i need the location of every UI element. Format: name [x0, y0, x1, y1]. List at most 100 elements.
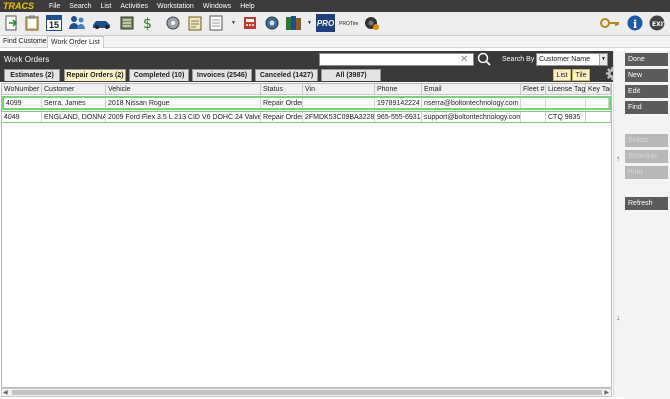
books-icon[interactable] [285, 14, 303, 32]
cell-status: Repair Order [263, 98, 303, 108]
car-icon[interactable] [90, 14, 114, 32]
new-button[interactable]: New [625, 69, 668, 82]
tab-repair-orders[interactable]: Repair Orders (2) [64, 69, 126, 81]
tab-all[interactable]: All (3987) [321, 69, 381, 81]
scroll-right-icon[interactable]: ▶ [604, 389, 609, 396]
svg-text:$: $ [143, 16, 152, 31]
list-view-toggle[interactable]: List [553, 69, 571, 81]
tab-canceled[interactable]: Canceled (1427) [255, 69, 318, 81]
category-tab-row: Estimates (2) Repair Orders (2) Complete… [0, 68, 621, 82]
money-icon[interactable]: $ [140, 14, 158, 32]
done-button[interactable]: Done [625, 53, 668, 66]
inventory-icon[interactable] [118, 14, 136, 32]
col-phone[interactable]: Phone [375, 84, 422, 95]
scrollbar-thumb[interactable] [12, 390, 602, 395]
menu-bar: TRACS File Search List Activities Workst… [0, 0, 670, 12]
cell-vin: 2FMDK53C09BA32288 [305, 112, 375, 122]
menu-help[interactable]: Help [240, 3, 254, 10]
pro-button[interactable]: PRO [316, 14, 335, 32]
customer-icon[interactable] [68, 14, 86, 32]
menu-windows[interactable]: Windows [203, 3, 231, 10]
table-row[interactable]: 4099 Serra, James 2018 Nissan Rogue Repa… [2, 96, 611, 110]
scroll-left-icon[interactable]: ◀ [3, 389, 8, 396]
horizontal-scrollbar[interactable]: ◀ ▶ [1, 388, 612, 397]
cell-wonumber: 4099 [4, 98, 42, 108]
search-input[interactable] [319, 53, 474, 66]
exit-app-icon[interactable]: EXIT [648, 14, 666, 32]
cell-vehicle: 2018 Nissan Rogue [106, 98, 261, 108]
tire-add-icon[interactable] [363, 14, 381, 32]
search-by-value: Customer Name [539, 56, 590, 63]
col-email[interactable]: Email [422, 84, 521, 95]
cell-vehicle: 2009 Ford Flex 3.5 L 213 CID V6 DOHC 24 … [108, 112, 261, 122]
col-fleet[interactable]: Fleet # [521, 84, 546, 95]
col-license-tag[interactable]: License Tag [546, 84, 586, 95]
menu-search[interactable]: Search [69, 3, 91, 10]
keys-icon[interactable] [600, 14, 620, 32]
col-vin[interactable]: Vin [303, 84, 375, 95]
tab-find-customer[interactable]: Find Customer [0, 36, 52, 48]
schedule-button[interactable]: Schedule [625, 150, 668, 163]
chevron-down-icon[interactable]: ▼ [599, 54, 607, 65]
tab-invoices[interactable]: Invoices (2546) [192, 69, 252, 81]
tab-estimates[interactable]: Estimates (2) [4, 69, 60, 81]
print-button[interactable]: Print [625, 166, 668, 179]
refresh-button[interactable]: Refresh [625, 197, 668, 210]
exit-icon[interactable] [3, 14, 21, 32]
action-panel: Done New Edit Find Select Schedule Print… [624, 51, 670, 399]
col-status[interactable]: Status [261, 84, 303, 95]
cell-key-tag [586, 112, 611, 122]
select-button[interactable]: Select [625, 134, 668, 147]
calendar-icon[interactable]: 15 [45, 14, 63, 32]
cell-phone: 19789142224 [375, 98, 422, 108]
parts-icon[interactable] [164, 14, 182, 32]
tire-settings-icon[interactable] [263, 14, 281, 32]
info-icon[interactable]: i [626, 14, 644, 32]
edit-button[interactable]: Edit [625, 85, 668, 98]
menu-activities[interactable]: Activities [120, 3, 148, 10]
svg-text:i: i [633, 18, 637, 31]
cell-vin [303, 98, 375, 108]
report-dropdown-icon[interactable]: ▼ [231, 20, 236, 26]
books-dropdown-icon[interactable]: ▼ [307, 20, 312, 26]
tab-completed[interactable]: Completed (10) [129, 69, 189, 81]
tracs-logo: TRACS [3, 1, 34, 11]
cell-fleet [521, 112, 546, 122]
col-vehicle[interactable]: Vehicle [106, 84, 261, 95]
calculator-icon[interactable] [241, 14, 259, 32]
clipboard-icon[interactable] [23, 14, 41, 32]
tile-view-toggle[interactable]: Tile [572, 69, 590, 81]
cell-key-tag [586, 98, 609, 108]
protire-label[interactable]: PROTire [339, 21, 358, 27]
cell-customer: Serra, James [42, 98, 106, 108]
tab-work-order-list[interactable]: Work Order List [47, 36, 104, 48]
work-orders-header: Work Orders ✕ Search By Customer Name ▼ [0, 51, 621, 68]
arrow-down-icon[interactable]: ↓ [616, 313, 620, 322]
clear-search-icon[interactable]: ✕ [460, 53, 468, 66]
cell-email: support@boltontechnology.com [424, 112, 521, 122]
cell-status: Repair Order [263, 112, 303, 122]
report-icon[interactable] [207, 14, 225, 32]
menu-list[interactable]: List [100, 3, 111, 10]
find-button[interactable]: Find [625, 101, 668, 114]
cell-customer: ENGLAND, DONNA [44, 112, 106, 122]
search-by-label: Search By [502, 56, 535, 63]
svg-text:EXIT: EXIT [652, 21, 665, 28]
vertical-scroll-area: ↑ ↓ [613, 51, 624, 397]
page-title: Work Orders [4, 55, 50, 64]
cell-phone: 965-555-6931 [377, 112, 422, 122]
col-customer[interactable]: Customer [42, 84, 106, 95]
table-row[interactable]: 4049 ENGLAND, DONNA 2009 Ford Flex 3.5 L… [2, 111, 611, 123]
document-tabs: Find Customer Work Order List [0, 36, 670, 48]
arrow-up-icon[interactable]: ↑ [616, 154, 620, 163]
search-by-select[interactable]: Customer Name ▼ [536, 53, 608, 66]
search-icon[interactable] [477, 52, 491, 66]
col-wonumber[interactable]: WoNumber [2, 84, 42, 95]
cell-email: nserra@boltontechnology.com [422, 98, 521, 108]
work-order-grid: WoNumber Customer Vehicle Status Vin Pho… [1, 83, 612, 388]
menu-workstation[interactable]: Workstation [157, 3, 194, 10]
col-key-tag[interactable]: Key Tag [586, 84, 611, 95]
notes-icon[interactable] [186, 14, 204, 32]
menu-file[interactable]: File [49, 3, 60, 10]
toolbar: 15 $ ▼ ▼ PRO PROTire i EXIT [0, 12, 670, 36]
